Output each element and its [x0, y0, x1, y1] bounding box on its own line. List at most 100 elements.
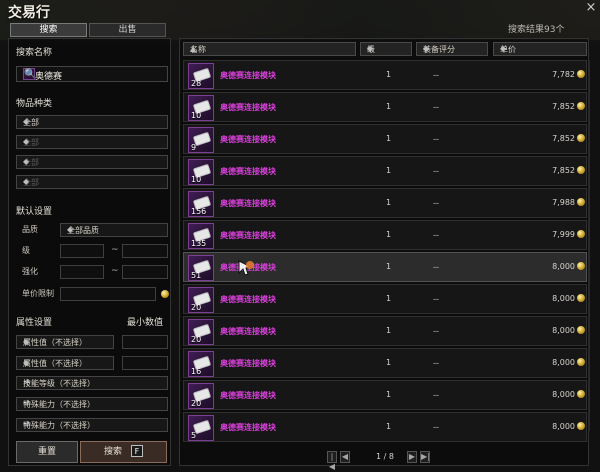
stack-count: 51 [191, 271, 202, 280]
attribute-settings-title: 属性设置 [16, 318, 53, 328]
equip-score: － [432, 71, 440, 80]
module-item-icon: 20 [188, 319, 214, 345]
result-row[interactable]: 20 奥德赛连接模块 1 － 8,000 [183, 316, 587, 346]
scrollbar[interactable] [588, 60, 590, 431]
range-separator: ~ [111, 266, 119, 276]
unit-price: 8,000 [552, 358, 575, 367]
plus-icon[interactable]: + [23, 377, 163, 388]
module-item-icon: 9 [188, 127, 214, 153]
coin-icon [577, 358, 585, 366]
plus-icon[interactable]: + [23, 398, 163, 409]
default-settings-title: 默认设置 [16, 207, 53, 217]
item-name: 奥德赛连接模块 [220, 135, 276, 144]
category-select-1[interactable]: 全部 ◆ [16, 115, 168, 129]
search-input[interactable]: 🔍 奥德赛 [16, 66, 168, 82]
attribute-value-1[interactable] [122, 335, 168, 349]
search-input-value: 奥德赛 [35, 72, 63, 82]
coin-icon [577, 390, 585, 398]
result-row[interactable]: 51奥德赛连接模块1－8,000 [183, 252, 587, 282]
special-ability-filter-2[interactable]: 特殊能力（不选择） + [16, 418, 168, 432]
item-level: 1 [386, 326, 392, 335]
category-select-4[interactable]: 全部 ◆ [16, 175, 168, 189]
unit-price: 7,988 [552, 198, 575, 207]
stack-count: 156 [191, 207, 207, 216]
unit-price-limit-label: 单价限制 [22, 289, 54, 298]
mouse-cursor-icon [237, 259, 255, 277]
item-level: 1 [386, 358, 392, 367]
result-row[interactable]: 28 奥德赛连接模块 1 － 7,782 [183, 60, 587, 90]
tab-search[interactable]: 搜索 [10, 23, 87, 37]
equip-score: － [432, 391, 440, 400]
result-row[interactable]: 10 奥德赛连接模块 1 － 7,852 [183, 92, 587, 122]
item-level: 1 [386, 70, 392, 79]
quality-row: 品质 全部品质 ◆ [16, 223, 168, 237]
prev-page-button[interactable]: ◀ [340, 451, 350, 463]
close-icon[interactable]: × [584, 1, 598, 15]
unit-price-input[interactable] [60, 287, 156, 301]
category-select-3[interactable]: 全部 ◆ [16, 155, 168, 169]
coin-icon [577, 230, 585, 238]
attribute-select-2[interactable]: 属性值（不选择） ◆ [16, 356, 114, 370]
result-row[interactable]: 5 奥德赛连接模块 1 － 8,000 [183, 412, 587, 442]
result-row[interactable]: 135 奥德赛连接模块 1 － 7,999 [183, 220, 587, 250]
reset-button[interactable]: 重置 [16, 441, 78, 463]
unit-price: 8,000 [552, 326, 575, 335]
item-level: 1 [386, 390, 392, 399]
coin-icon [577, 70, 585, 78]
result-count: 搜索结果93个 [508, 25, 565, 35]
equip-score: － [432, 199, 440, 208]
quality-select[interactable]: 全部品质 ◆ [60, 223, 168, 237]
coin-icon [577, 262, 585, 270]
header-level[interactable]: 级 ◆ [360, 42, 412, 56]
level-min-input[interactable] [60, 244, 104, 258]
header-score[interactable]: 装备评分 ◆ [416, 42, 488, 56]
first-page-button[interactable]: |◀ [327, 451, 337, 471]
unit-price: 8,000 [552, 262, 575, 271]
last-page-button[interactable]: ▶| [420, 451, 430, 463]
result-row[interactable]: 9 奥德赛连接模块 1 － 7,852 [183, 124, 587, 154]
result-row[interactable]: 10 奥德赛连接模块 1 － 7,852 [183, 156, 587, 186]
stack-count: 10 [191, 175, 202, 184]
category-select-2[interactable]: 全部 ◆ [16, 135, 168, 149]
enhance-max-input[interactable] [122, 265, 168, 279]
equip-score: － [432, 103, 440, 112]
range-separator: ~ [111, 245, 119, 255]
coin-icon [577, 326, 585, 334]
next-page-button[interactable]: ▶ [407, 451, 417, 463]
unit-price: 8,000 [552, 294, 575, 303]
header-unit-price[interactable]: 单价 ◆ [493, 42, 587, 56]
special-ability-filter-1[interactable]: 特殊能力（不选择） + [16, 397, 168, 411]
stack-count: 20 [191, 303, 202, 312]
attribute-value-2[interactable] [122, 356, 168, 370]
result-row[interactable]: 20 奥德赛连接模块 1 － 8,000 [183, 380, 587, 410]
category-title: 物品种类 [16, 99, 53, 109]
result-row[interactable]: 156 奥德赛连接模块 1 － 7,988 [183, 188, 587, 218]
plus-icon[interactable]: + [23, 419, 163, 430]
item-level: 1 [386, 102, 392, 111]
attribute-select-1[interactable]: 属性值（不选择） ◆ [16, 335, 114, 349]
unit-price: 8,000 [552, 390, 575, 399]
tab-sell[interactable]: 出售 [89, 23, 166, 37]
search-icon: 🔍 [23, 68, 37, 80]
results-header: 名称 ▲ 级 ◆ 装备评分 ◆ 单价 ◆ [183, 42, 587, 56]
chevron-down-icon: ◆ [367, 44, 374, 53]
level-max-input[interactable] [122, 244, 168, 258]
result-row[interactable]: 16 奥德赛连接模块 1 － 8,000 [183, 348, 587, 378]
pagination: |◀ ◀ 1 / 8 ▶ ▶| [327, 451, 437, 471]
search-button[interactable]: 搜索 F [80, 441, 167, 463]
stack-count: 10 [191, 111, 202, 120]
enhance-min-input[interactable] [60, 265, 104, 279]
module-item-icon: 5 [188, 415, 214, 441]
skill-level-filter[interactable]: 技能等级（不选择） + [16, 376, 168, 390]
stack-count: 16 [191, 367, 202, 376]
result-row[interactable]: 20 奥德赛连接模块 1 － 8,000 [183, 284, 587, 314]
unit-price: 7,852 [552, 166, 575, 175]
chevron-down-icon: ◆ [500, 44, 507, 53]
equip-score: － [432, 167, 440, 176]
header-name[interactable]: 名称 ▲ [183, 42, 356, 56]
item-level: 1 [386, 262, 392, 271]
window-title: 交易行 [8, 5, 50, 21]
chevron-down-icon: ◆ [23, 157, 30, 166]
coin-icon [577, 134, 585, 142]
item-level: 1 [386, 134, 392, 143]
